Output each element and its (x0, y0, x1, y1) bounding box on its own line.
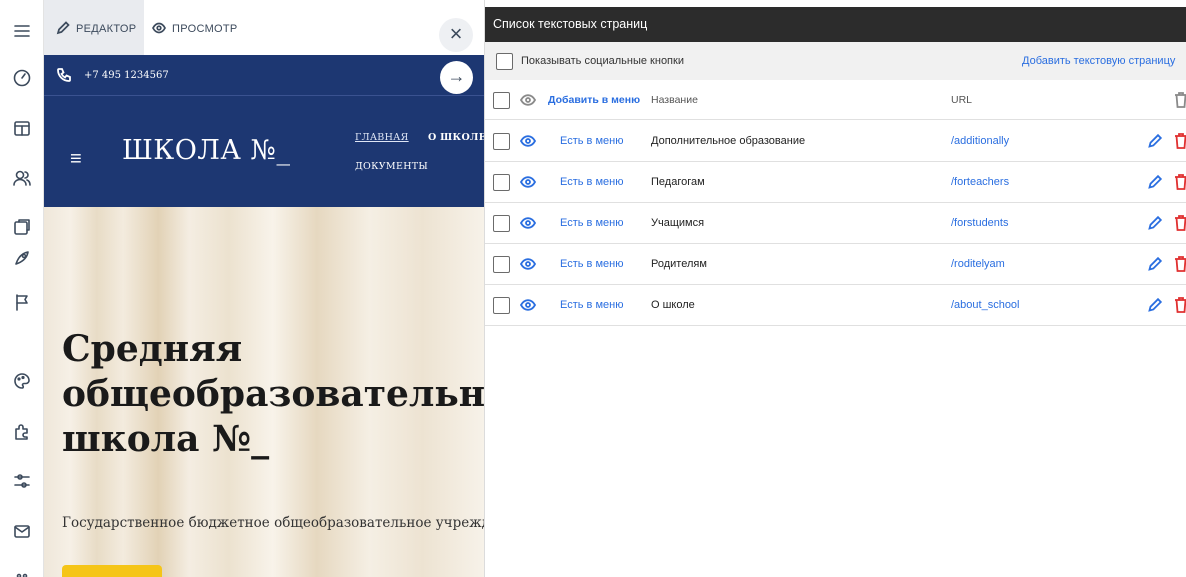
editor-tabs: РЕДАКТОР ПРОСМОТР × (44, 0, 484, 55)
row-checkbox[interactable] (493, 174, 510, 191)
show-social-label: Показывать социальные кнопки (521, 55, 684, 67)
page-url-link[interactable]: /additionally (951, 135, 1009, 147)
trash-icon[interactable] (1173, 91, 1186, 109)
eye-icon (152, 22, 166, 34)
in-menu-link[interactable]: Есть в меню (560, 217, 623, 229)
in-menu-link[interactable]: Есть в меню (560, 258, 623, 270)
more-icon[interactable] (8, 562, 36, 577)
palette-icon[interactable] (8, 367, 36, 395)
arrow-right-button[interactable]: → (440, 61, 473, 94)
eye-icon[interactable] (519, 134, 537, 148)
edit-icon[interactable] (1147, 256, 1163, 272)
close-button[interactable]: × (439, 18, 473, 52)
site-logo[interactable]: ШКОЛА №_ (122, 135, 290, 166)
phone-icon (56, 67, 72, 83)
row-checkbox[interactable] (493, 215, 510, 232)
table-row: Есть в меню Дополнительное образование/ad… (485, 121, 1186, 162)
select-all-checkbox[interactable] (493, 92, 510, 109)
flag-icon[interactable] (8, 288, 36, 316)
tab-editor-label: РЕДАКТОР (76, 23, 137, 35)
table-row: Есть в меню Педагогам/forteachers (485, 162, 1186, 203)
table-row: Есть в меню Родителям/roditelyam (485, 244, 1186, 285)
nav-link-about[interactable]: О ШКОЛЕ (428, 132, 484, 143)
app: РЕДАКТОР ПРОСМОТР × +7 495 1234567 → ≡ Ш… (0, 0, 1186, 577)
text-pages-panel: Список текстовых страниц Показывать соци… (484, 0, 1186, 577)
add-to-menu-header[interactable]: Добавить в меню (548, 94, 640, 106)
nav-link-main[interactable]: ГЛАВНАЯ (355, 132, 409, 143)
site-header: ≡ ШКОЛА №_ ГЛАВНАЯ О ШКОЛЕ ДОКУМЕНТЫ (44, 96, 484, 207)
page-url-link[interactable]: /roditelyam (951, 258, 1005, 270)
edit-icon[interactable] (1147, 297, 1163, 313)
tab-preview-label: ПРОСМОТР (172, 23, 238, 35)
puzzle-icon[interactable] (8, 417, 36, 445)
page-name: Родителям (651, 258, 707, 270)
table-header: Добавить в меню Название URL (485, 80, 1186, 120)
in-menu-link[interactable]: Есть в меню (560, 135, 623, 147)
edit-icon[interactable] (1147, 215, 1163, 231)
trash-icon[interactable] (1173, 255, 1186, 273)
eye-icon[interactable] (519, 216, 537, 230)
hero-subtitle: Государственное бюджетное общеобразовате… (62, 515, 484, 531)
tab-preview[interactable]: ПРОСМОТР (152, 0, 262, 55)
users-icon[interactable] (8, 164, 36, 192)
url-column-header: URL (951, 94, 973, 106)
rocket-icon[interactable] (8, 244, 36, 272)
page-url-link[interactable]: /forteachers (951, 176, 1009, 188)
in-menu-link[interactable]: Есть в меню (560, 299, 623, 311)
page-url-link[interactable]: /forstudents (951, 217, 1008, 229)
phone-number: +7 495 1234567 (84, 70, 169, 81)
page-name: Педагогам (651, 176, 705, 188)
eye-icon[interactable] (519, 175, 537, 189)
site-editor: РЕДАКТОР ПРОСМОТР × +7 495 1234567 → ≡ Ш… (44, 0, 484, 577)
dashboard-icon[interactable] (8, 64, 36, 92)
trash-icon[interactable] (1173, 173, 1186, 191)
nav-link-docs[interactable]: ДОКУМЕНТЫ (355, 161, 428, 172)
site-topbar: +7 495 1234567 → (44, 55, 484, 96)
eye-icon (519, 93, 537, 107)
pages-icon[interactable] (8, 213, 36, 241)
page-name: Дополнительное образование (651, 135, 806, 147)
row-checkbox[interactable] (493, 297, 510, 314)
social-buttons-row: Показывать социальные кнопки Добавить те… (485, 42, 1186, 80)
trash-icon[interactable] (1173, 296, 1186, 314)
site-preview: +7 495 1234567 → ≡ ШКОЛА №_ ГЛАВНАЯ О ШК… (44, 55, 484, 577)
tab-editor[interactable]: РЕДАКТОР (44, 0, 144, 55)
eye-icon[interactable] (519, 257, 537, 271)
page-url-link[interactable]: /about_school (951, 299, 1020, 311)
menu-icon[interactable] (8, 17, 36, 45)
hero-title: Средняя общеобразовательная школа №_ (62, 328, 484, 460)
site-menu-icon[interactable]: ≡ (70, 148, 82, 171)
page-name: Учащимся (651, 217, 705, 229)
in-menu-link[interactable]: Есть в меню (560, 176, 623, 188)
show-social-checkbox[interactable] (496, 53, 513, 70)
icon-rail (0, 0, 44, 577)
mail-icon[interactable] (8, 517, 36, 545)
sliders-icon[interactable] (8, 467, 36, 495)
trash-icon[interactable] (1173, 132, 1186, 150)
add-text-page-link[interactable]: Добавить текстовую страницу (1022, 55, 1175, 67)
hero-section: Средняя общеобразовательная школа №_ Гос… (44, 207, 484, 577)
hero-button[interactable] (62, 565, 162, 577)
name-column-header: Название (651, 94, 698, 106)
table-row: Есть в меню Учащимся/forstudents (485, 203, 1186, 244)
store-icon[interactable] (8, 114, 36, 142)
row-checkbox[interactable] (493, 256, 510, 273)
eye-icon[interactable] (519, 298, 537, 312)
page-name: О школе (651, 299, 695, 311)
edit-icon[interactable] (1147, 174, 1163, 190)
pencil-icon (56, 21, 70, 35)
table-row: Есть в меню О школе/about_school (485, 285, 1186, 326)
trash-icon[interactable] (1173, 214, 1186, 232)
edit-icon[interactable] (1147, 133, 1163, 149)
row-checkbox[interactable] (493, 133, 510, 150)
panel-title: Список текстовых страниц (485, 7, 1186, 42)
